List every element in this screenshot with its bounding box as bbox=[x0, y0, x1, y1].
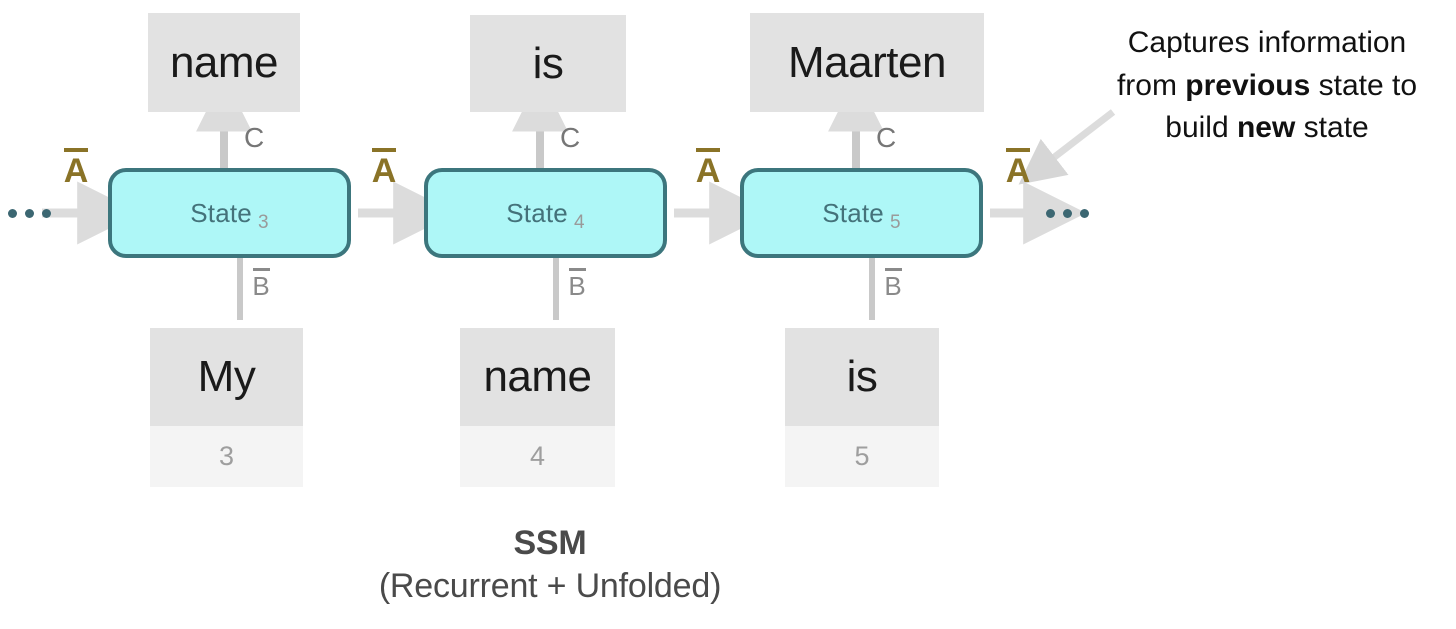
a-matrix-text: A bbox=[1005, 152, 1031, 190]
a-matrix-label: A bbox=[690, 148, 726, 188]
output-token-label: name bbox=[169, 37, 279, 87]
input-index-label: 4 bbox=[529, 441, 546, 471]
input-token-label: is bbox=[846, 352, 878, 401]
dot bbox=[1080, 209, 1089, 218]
input-index-box: 4 bbox=[460, 426, 615, 487]
state-label-text: State bbox=[822, 197, 884, 228]
ellipsis-left bbox=[8, 209, 51, 218]
b-matrix-label: B bbox=[248, 268, 274, 299]
annotation-callout: Captures information from previous state… bbox=[1078, 22, 1456, 150]
dot bbox=[8, 209, 17, 218]
b-matrix-label: B bbox=[880, 268, 906, 299]
input-index-label: 5 bbox=[854, 441, 870, 471]
ssm-diagram: name is Maarten C C C State 3 State 4 Stat… bbox=[0, 0, 1456, 629]
output-token-box: Maarten bbox=[750, 13, 984, 112]
c-matrix-text: C bbox=[560, 122, 581, 153]
dot bbox=[25, 209, 34, 218]
c-matrix-text: C bbox=[244, 122, 265, 153]
state-index: 5 bbox=[889, 211, 901, 233]
state-box: State 3 bbox=[108, 168, 351, 258]
a-matrix-text: A bbox=[63, 152, 89, 190]
state-index: 3 bbox=[257, 211, 269, 233]
c-matrix-label: C bbox=[560, 124, 580, 152]
caption-subtitle: (Recurrent + Unfolded) bbox=[378, 567, 722, 605]
ellipsis-right bbox=[1046, 209, 1089, 218]
state-box: State 4 bbox=[424, 168, 667, 258]
state-label: State 3 bbox=[190, 197, 269, 233]
state-box: State 5 bbox=[740, 168, 983, 258]
output-token-label: Maarten bbox=[788, 37, 946, 87]
dot bbox=[1046, 209, 1055, 218]
input-token-group: My 3 bbox=[150, 328, 303, 487]
annotation-line-2: from previous state to bbox=[1078, 65, 1456, 108]
a-matrix-label: A bbox=[1000, 148, 1036, 188]
b-matrix-text: B bbox=[568, 271, 586, 301]
diagram-caption: SSM (Recurrent + Unfolded) bbox=[0, 524, 1100, 606]
caption-title: SSM bbox=[513, 524, 587, 562]
input-token-group: name 4 bbox=[460, 328, 615, 487]
a-matrix-text: A bbox=[695, 152, 721, 190]
annotation-line-3-pre: build bbox=[1165, 111, 1237, 145]
a-matrix-text: A bbox=[371, 152, 397, 190]
state-label: State 4 bbox=[506, 197, 585, 233]
a-matrix-label: A bbox=[58, 148, 94, 188]
b-matrix-text: B bbox=[252, 271, 270, 301]
output-token-box: name bbox=[148, 13, 300, 112]
b-matrix-label: B bbox=[564, 268, 590, 299]
annotation-line-2-post: state to bbox=[1310, 68, 1418, 102]
dot bbox=[42, 209, 51, 218]
annotation-line-3-post: state bbox=[1295, 111, 1369, 145]
state-label-text: State bbox=[506, 197, 568, 228]
state-index: 4 bbox=[573, 211, 585, 233]
annotation-line-3-bold: new bbox=[1236, 111, 1296, 145]
a-matrix-label: A bbox=[366, 148, 402, 188]
input-token-group: is 5 bbox=[785, 328, 939, 487]
state-label: State 5 bbox=[822, 197, 901, 233]
annotation-line-1: Captures information bbox=[1078, 22, 1456, 65]
input-index-box: 3 bbox=[150, 426, 303, 487]
input-index-label: 3 bbox=[218, 441, 235, 471]
b-matrix-text: B bbox=[884, 271, 902, 301]
input-token-label: My bbox=[197, 352, 256, 401]
c-matrix-text: C bbox=[876, 122, 897, 153]
state-label-text: State bbox=[190, 197, 252, 228]
annotation-line-3: build new state bbox=[1078, 107, 1456, 150]
output-token-label: is bbox=[532, 38, 564, 88]
c-matrix-label: C bbox=[876, 124, 896, 152]
output-token-box: is bbox=[470, 15, 626, 112]
input-token-box: name bbox=[460, 328, 615, 426]
annotation-line-2-pre: from bbox=[1116, 68, 1186, 102]
dot bbox=[1063, 209, 1072, 218]
annotation-line-1-text: Captures information bbox=[1127, 26, 1407, 59]
input-token-box: My bbox=[150, 328, 303, 426]
input-index-box: 5 bbox=[785, 426, 939, 487]
input-token-label: name bbox=[483, 352, 592, 401]
input-token-box: is bbox=[785, 328, 939, 426]
annotation-line-2-bold: previous bbox=[1185, 68, 1311, 102]
c-matrix-label: C bbox=[244, 124, 264, 152]
